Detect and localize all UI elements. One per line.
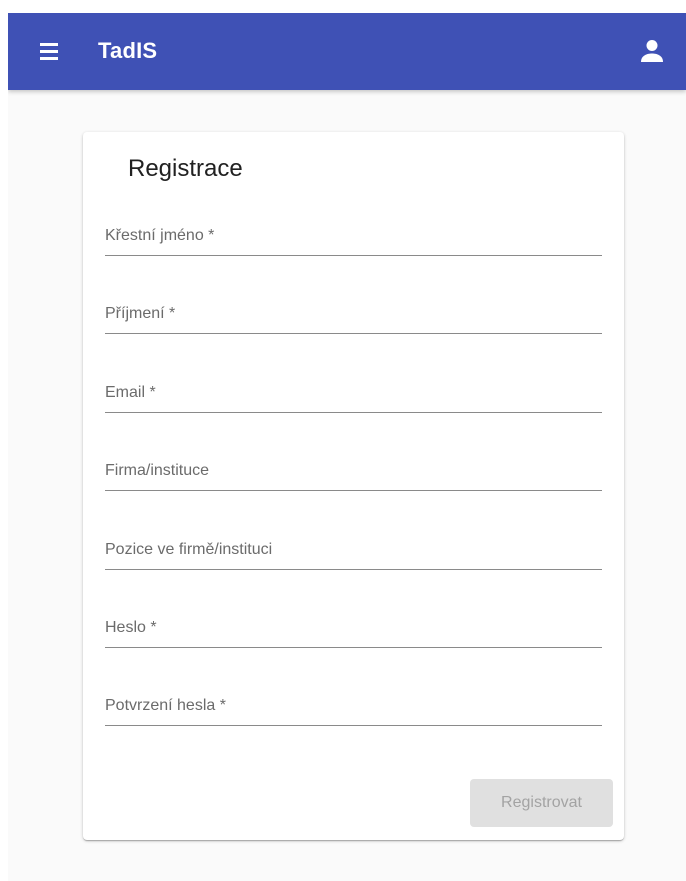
page-viewport: TadIS Registrace Křestní jméno * Příjmen… [8,13,686,881]
last-name-field-wrapper [105,295,602,335]
app-title: TadIS [98,38,158,63]
menu-button[interactable] [28,31,68,71]
position-input[interactable] [105,531,602,570]
password-field-wrapper [105,609,602,649]
email-field-wrapper [105,374,602,414]
registration-card: Registrace Registrovat [83,132,624,840]
last-name-input[interactable] [105,295,602,334]
person-icon [641,40,663,62]
register-button[interactable]: Registrovat [470,779,613,827]
form-title: Registrace [128,155,243,182]
app-toolbar: TadIS [8,13,686,90]
account-button[interactable] [632,31,672,71]
email-input[interactable] [105,374,602,413]
password-confirm-input[interactable] [105,687,602,726]
first-name-field-wrapper [105,217,602,257]
password-confirm-field-wrapper [105,687,602,727]
first-name-input[interactable] [105,217,602,256]
password-input[interactable] [105,609,602,648]
company-input[interactable] [105,452,602,491]
company-field-wrapper [105,452,602,492]
position-field-wrapper [105,531,602,571]
